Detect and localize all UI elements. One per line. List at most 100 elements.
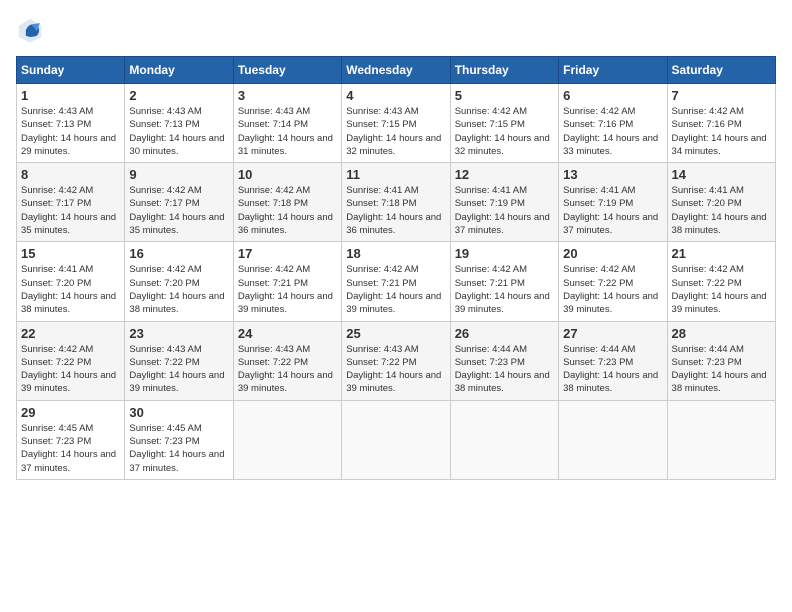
calendar-cell: 19 Sunrise: 4:42 AMSunset: 7:21 PMDaylig… [450,242,558,321]
day-info: Sunrise: 4:42 AMSunset: 7:17 PMDaylight:… [129,185,224,236]
day-number: 2 [129,88,228,103]
day-number: 12 [455,167,554,182]
calendar-cell: 18 Sunrise: 4:42 AMSunset: 7:21 PMDaylig… [342,242,450,321]
day-number: 6 [563,88,662,103]
day-info: Sunrise: 4:43 AMSunset: 7:14 PMDaylight:… [238,106,333,157]
day-info: Sunrise: 4:43 AMSunset: 7:13 PMDaylight:… [21,106,116,157]
weekday-header-cell: Thursday [450,57,558,84]
day-number: 13 [563,167,662,182]
day-number: 1 [21,88,120,103]
calendar-cell: 27 Sunrise: 4:44 AMSunset: 7:23 PMDaylig… [559,321,667,400]
calendar-cell: 1 Sunrise: 4:43 AMSunset: 7:13 PMDayligh… [17,84,125,163]
day-number: 14 [672,167,771,182]
day-number: 9 [129,167,228,182]
weekday-header-cell: Saturday [667,57,775,84]
calendar-cell: 13 Sunrise: 4:41 AMSunset: 7:19 PMDaylig… [559,163,667,242]
calendar-cell [450,400,558,479]
day-number: 11 [346,167,445,182]
day-info: Sunrise: 4:44 AMSunset: 7:23 PMDaylight:… [455,344,550,395]
logo-icon [16,16,44,44]
weekday-header: SundayMondayTuesdayWednesdayThursdayFrid… [17,57,776,84]
day-info: Sunrise: 4:42 AMSunset: 7:18 PMDaylight:… [238,185,333,236]
day-info: Sunrise: 4:41 AMSunset: 7:20 PMDaylight:… [21,264,116,315]
calendar-cell: 6 Sunrise: 4:42 AMSunset: 7:16 PMDayligh… [559,84,667,163]
calendar-cell: 4 Sunrise: 4:43 AMSunset: 7:15 PMDayligh… [342,84,450,163]
day-info: Sunrise: 4:42 AMSunset: 7:21 PMDaylight:… [346,264,441,315]
day-info: Sunrise: 4:42 AMSunset: 7:20 PMDaylight:… [129,264,224,315]
calendar-cell: 5 Sunrise: 4:42 AMSunset: 7:15 PMDayligh… [450,84,558,163]
calendar-cell: 21 Sunrise: 4:42 AMSunset: 7:22 PMDaylig… [667,242,775,321]
calendar-cell: 8 Sunrise: 4:42 AMSunset: 7:17 PMDayligh… [17,163,125,242]
day-number: 23 [129,326,228,341]
day-info: Sunrise: 4:42 AMSunset: 7:16 PMDaylight:… [672,106,767,157]
day-number: 27 [563,326,662,341]
day-info: Sunrise: 4:43 AMSunset: 7:22 PMDaylight:… [129,344,224,395]
day-number: 21 [672,246,771,261]
day-info: Sunrise: 4:43 AMSunset: 7:13 PMDaylight:… [129,106,224,157]
calendar-cell: 17 Sunrise: 4:42 AMSunset: 7:21 PMDaylig… [233,242,341,321]
calendar-cell: 9 Sunrise: 4:42 AMSunset: 7:17 PMDayligh… [125,163,233,242]
calendar-cell: 29 Sunrise: 4:45 AMSunset: 7:23 PMDaylig… [17,400,125,479]
calendar-cell [233,400,341,479]
day-info: Sunrise: 4:42 AMSunset: 7:22 PMDaylight:… [672,264,767,315]
calendar-cell: 20 Sunrise: 4:42 AMSunset: 7:22 PMDaylig… [559,242,667,321]
day-info: Sunrise: 4:42 AMSunset: 7:21 PMDaylight:… [238,264,333,315]
calendar-cell: 25 Sunrise: 4:43 AMSunset: 7:22 PMDaylig… [342,321,450,400]
calendar-cell: 30 Sunrise: 4:45 AMSunset: 7:23 PMDaylig… [125,400,233,479]
day-number: 8 [21,167,120,182]
day-number: 26 [455,326,554,341]
calendar-cell: 7 Sunrise: 4:42 AMSunset: 7:16 PMDayligh… [667,84,775,163]
day-number: 17 [238,246,337,261]
weekday-header-cell: Sunday [17,57,125,84]
logo [16,16,48,44]
day-number: 15 [21,246,120,261]
day-info: Sunrise: 4:44 AMSunset: 7:23 PMDaylight:… [672,344,767,395]
day-number: 18 [346,246,445,261]
calendar-table: SundayMondayTuesdayWednesdayThursdayFrid… [16,56,776,480]
day-number: 19 [455,246,554,261]
calendar-cell [342,400,450,479]
day-info: Sunrise: 4:42 AMSunset: 7:22 PMDaylight:… [21,344,116,395]
calendar-row: 15 Sunrise: 4:41 AMSunset: 7:20 PMDaylig… [17,242,776,321]
day-number: 28 [672,326,771,341]
day-info: Sunrise: 4:43 AMSunset: 7:22 PMDaylight:… [346,344,441,395]
calendar-cell: 23 Sunrise: 4:43 AMSunset: 7:22 PMDaylig… [125,321,233,400]
day-number: 10 [238,167,337,182]
calendar-cell: 15 Sunrise: 4:41 AMSunset: 7:20 PMDaylig… [17,242,125,321]
calendar-cell [559,400,667,479]
day-info: Sunrise: 4:42 AMSunset: 7:16 PMDaylight:… [563,106,658,157]
day-info: Sunrise: 4:41 AMSunset: 7:20 PMDaylight:… [672,185,767,236]
day-info: Sunrise: 4:41 AMSunset: 7:18 PMDaylight:… [346,185,441,236]
day-number: 25 [346,326,445,341]
day-number: 24 [238,326,337,341]
weekday-header-cell: Friday [559,57,667,84]
day-info: Sunrise: 4:44 AMSunset: 7:23 PMDaylight:… [563,344,658,395]
day-number: 29 [21,405,120,420]
calendar-cell: 24 Sunrise: 4:43 AMSunset: 7:22 PMDaylig… [233,321,341,400]
day-info: Sunrise: 4:43 AMSunset: 7:22 PMDaylight:… [238,344,333,395]
calendar-cell: 3 Sunrise: 4:43 AMSunset: 7:14 PMDayligh… [233,84,341,163]
day-info: Sunrise: 4:45 AMSunset: 7:23 PMDaylight:… [129,423,224,474]
day-info: Sunrise: 4:42 AMSunset: 7:21 PMDaylight:… [455,264,550,315]
calendar-row: 1 Sunrise: 4:43 AMSunset: 7:13 PMDayligh… [17,84,776,163]
calendar-cell: 12 Sunrise: 4:41 AMSunset: 7:19 PMDaylig… [450,163,558,242]
calendar-cell: 14 Sunrise: 4:41 AMSunset: 7:20 PMDaylig… [667,163,775,242]
calendar-cell: 26 Sunrise: 4:44 AMSunset: 7:23 PMDaylig… [450,321,558,400]
day-number: 5 [455,88,554,103]
day-number: 7 [672,88,771,103]
calendar-cell: 11 Sunrise: 4:41 AMSunset: 7:18 PMDaylig… [342,163,450,242]
day-info: Sunrise: 4:41 AMSunset: 7:19 PMDaylight:… [455,185,550,236]
weekday-header-cell: Wednesday [342,57,450,84]
calendar-cell: 22 Sunrise: 4:42 AMSunset: 7:22 PMDaylig… [17,321,125,400]
calendar-cell [667,400,775,479]
day-number: 20 [563,246,662,261]
day-number: 22 [21,326,120,341]
header [16,16,776,44]
day-info: Sunrise: 4:41 AMSunset: 7:19 PMDaylight:… [563,185,658,236]
calendar-row: 29 Sunrise: 4:45 AMSunset: 7:23 PMDaylig… [17,400,776,479]
calendar-cell: 2 Sunrise: 4:43 AMSunset: 7:13 PMDayligh… [125,84,233,163]
calendar-body: 1 Sunrise: 4:43 AMSunset: 7:13 PMDayligh… [17,84,776,480]
weekday-header-cell: Monday [125,57,233,84]
day-number: 3 [238,88,337,103]
weekday-header-cell: Tuesday [233,57,341,84]
